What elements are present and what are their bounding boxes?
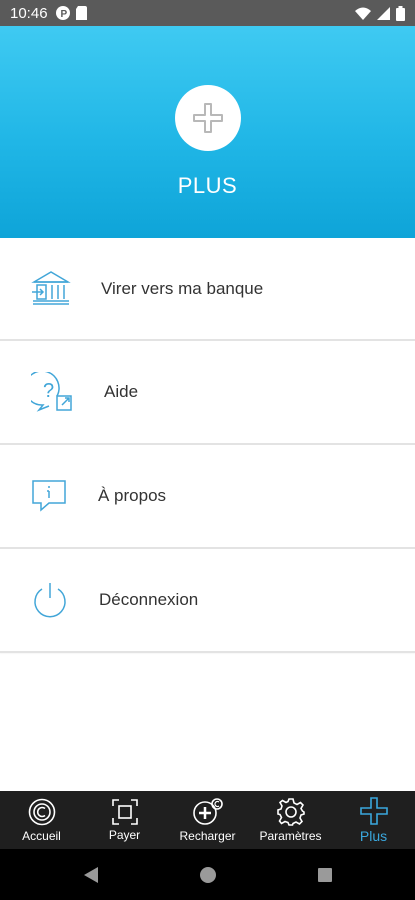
plus-icon (192, 103, 223, 133)
gear-icon (276, 797, 305, 826)
header: PLUS (0, 26, 415, 238)
menu-item-label: À propos (98, 486, 167, 505)
nav-item-recharge[interactable]: Recharger (166, 791, 249, 849)
wifi-icon (355, 7, 371, 20)
svg-text:P: P (60, 9, 67, 20)
bottom-nav: Accueil Payer Recharger Paramètres Plus (0, 791, 415, 849)
status-time: 10:46 (10, 4, 48, 22)
nav-label: Payer (108, 827, 141, 842)
nav-item-pay[interactable]: Payer (83, 791, 166, 849)
home-coin-icon (28, 798, 55, 825)
bank-icon (0, 270, 101, 308)
p-notification-icon: P (55, 6, 70, 20)
header-plus-badge (174, 85, 241, 151)
menu-item-about[interactable]: À propos (0, 445, 415, 549)
menu-item-label: Virer vers ma banque (101, 278, 264, 298)
help-icon: ? (0, 372, 104, 412)
menu-item-label: Aide (104, 382, 139, 401)
menu-item-help[interactable]: ? Aide (0, 341, 415, 445)
plus-icon (359, 796, 388, 825)
nav-item-home[interactable]: Accueil (0, 791, 83, 849)
menu-item-label: Déconnexion (99, 590, 199, 609)
battery-icon (396, 5, 405, 21)
menu-list: Virer vers ma banque ? Aide À propos Déc… (0, 238, 415, 653)
sim-card-icon (75, 6, 87, 20)
scan-icon (111, 798, 138, 825)
nav-label: Accueil (22, 828, 61, 843)
nav-item-plus[interactable]: Plus (332, 791, 415, 849)
menu-item-logout[interactable]: Déconnexion (0, 549, 415, 653)
nav-label: Plus (359, 827, 388, 844)
signal-icon (377, 6, 390, 20)
recents-icon[interactable] (317, 867, 333, 883)
recharge-icon (192, 797, 223, 825)
nav-item-settings[interactable]: Paramètres (249, 791, 332, 849)
power-icon (0, 582, 99, 618)
nav-label: Recharger (179, 828, 236, 843)
svg-text:?: ? (43, 380, 54, 402)
home-icon[interactable] (199, 866, 217, 884)
system-nav-bar (0, 849, 415, 900)
menu-item-transfer-to-bank[interactable]: Virer vers ma banque (0, 238, 415, 341)
page-title: PLUS (177, 173, 238, 198)
nav-label: Paramètres (259, 828, 322, 843)
info-icon (0, 479, 98, 513)
back-icon[interactable] (83, 866, 99, 884)
status-bar: 10:46 P (0, 0, 415, 26)
